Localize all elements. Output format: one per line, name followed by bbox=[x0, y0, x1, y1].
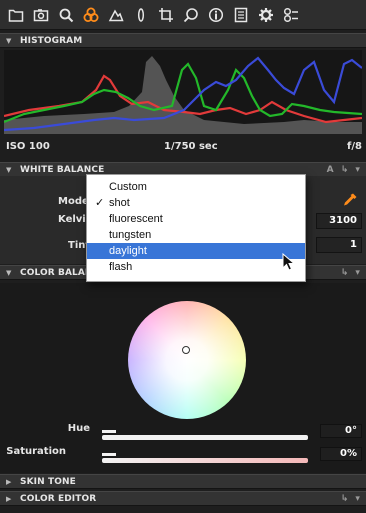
hue-label: Hue bbox=[67, 423, 90, 434]
skin-tone-header[interactable]: ▶ SKIN TONE bbox=[0, 474, 366, 489]
gear-icon bbox=[259, 7, 273, 22]
menu-chevron-icon[interactable]: ▾ bbox=[355, 165, 360, 175]
menu-chevron-icon[interactable]: ▾ bbox=[355, 268, 360, 278]
collapse-triangle-icon: ▼ bbox=[6, 268, 12, 277]
info-tool-tab[interactable] bbox=[206, 5, 226, 25]
kelvin-value-field[interactable]: 3100 bbox=[316, 213, 362, 229]
settings-tool-tab[interactable] bbox=[256, 5, 276, 25]
metadata-tool-tab[interactable] bbox=[231, 5, 251, 25]
menu-chevron-icon[interactable]: ▾ bbox=[355, 494, 360, 504]
magnifier-tool-tab[interactable] bbox=[56, 5, 76, 25]
histogram-title: HISTOGRAM bbox=[20, 35, 83, 46]
mode-option-tungsten[interactable]: tungsten bbox=[87, 227, 305, 243]
mode-option-daylight[interactable]: daylight bbox=[87, 243, 305, 259]
spot-tool-tab[interactable] bbox=[181, 5, 201, 25]
mode-dropdown-menu: Custom ✓ shot fluorescent tungsten daylig… bbox=[86, 174, 306, 282]
collapse-triangle-icon: ▼ bbox=[6, 165, 12, 174]
exposure-info-bar: ISO 100 1/750 sec f/8 bbox=[0, 136, 366, 158]
copy-apply-icon[interactable]: ↳ bbox=[341, 494, 349, 504]
magnifier-icon bbox=[59, 8, 74, 22]
hue-slider-track[interactable] bbox=[102, 435, 308, 440]
iso-label: ISO 100 bbox=[6, 141, 50, 152]
color-editor-header[interactable]: ▶ COLOR EDITOR ↳ ▾ bbox=[0, 491, 366, 506]
saturation-label: Saturation bbox=[6, 446, 66, 457]
shutter-label: 1/750 sec bbox=[164, 141, 218, 152]
expand-triangle-icon: ▶ bbox=[6, 477, 12, 486]
header-controls: ↳ ▾ bbox=[341, 268, 360, 278]
expand-triangle-icon: ▶ bbox=[6, 494, 12, 503]
mode-option-flash[interactable]: flash bbox=[87, 259, 305, 275]
hue-slider-handle[interactable] bbox=[102, 430, 116, 433]
color-editor-title: COLOR EDITOR bbox=[20, 493, 97, 504]
folder-tool-tab[interactable] bbox=[6, 5, 26, 25]
color-wheel[interactable] bbox=[128, 301, 246, 419]
checkmark-icon: ✓ bbox=[95, 197, 105, 209]
white-balance-title: WHITE BALANCE bbox=[20, 164, 105, 175]
color-balance-panel: Hue 0° Saturation 0% bbox=[0, 283, 366, 473]
eyedropper-icon[interactable] bbox=[342, 192, 358, 208]
exposure-triangle-icon bbox=[108, 8, 124, 21]
mouse-pointer-icon bbox=[282, 253, 296, 271]
tool-tabs-bar bbox=[0, 0, 366, 30]
metadata-icon bbox=[234, 7, 248, 22]
histogram-header[interactable]: ▼ HISTOGRAM bbox=[0, 33, 366, 48]
lens-tool-tab[interactable] bbox=[131, 5, 151, 25]
saturation-slider-track[interactable] bbox=[102, 458, 308, 463]
header-controls: A ↳ ▾ bbox=[327, 165, 360, 175]
keystone-icon bbox=[283, 7, 298, 22]
exposure-tool-tab[interactable] bbox=[106, 5, 126, 25]
mode-label: Mode bbox=[58, 196, 89, 207]
crop-tool-tab[interactable] bbox=[156, 5, 176, 25]
folder-icon bbox=[8, 9, 24, 22]
saturation-slider-handle[interactable] bbox=[102, 453, 116, 456]
mode-option-custom[interactable]: Custom bbox=[87, 179, 305, 195]
auto-button[interactable]: A bbox=[327, 165, 334, 175]
camera-icon bbox=[33, 8, 49, 21]
copy-apply-icon[interactable]: ↳ bbox=[341, 268, 349, 278]
crop-icon bbox=[159, 7, 173, 22]
hue-value-field[interactable]: 0° bbox=[320, 424, 362, 438]
lens-icon bbox=[137, 7, 145, 22]
collapse-triangle-icon: ▼ bbox=[6, 36, 12, 45]
tint-value-field[interactable]: 1 bbox=[316, 237, 362, 253]
color-circles-icon bbox=[83, 7, 99, 22]
mode-option-shot[interactable]: ✓ shot bbox=[87, 195, 305, 211]
spot-tool-icon bbox=[183, 7, 198, 22]
copy-apply-icon[interactable]: ↳ bbox=[341, 165, 349, 175]
aperture-label: f/8 bbox=[347, 141, 362, 152]
skin-tone-title: SKIN TONE bbox=[20, 476, 76, 487]
camera-tool-tab[interactable] bbox=[31, 5, 51, 25]
histogram-graph bbox=[4, 50, 362, 134]
color-wheel-handle[interactable] bbox=[182, 346, 190, 354]
info-icon bbox=[208, 7, 224, 22]
color-tool-tab[interactable] bbox=[81, 5, 101, 25]
mode-option-fluorescent[interactable]: fluorescent bbox=[87, 211, 305, 227]
header-controls: ↳ ▾ bbox=[341, 494, 360, 504]
keystone-tool-tab[interactable] bbox=[281, 5, 301, 25]
saturation-value-field[interactable]: 0% bbox=[320, 447, 362, 461]
